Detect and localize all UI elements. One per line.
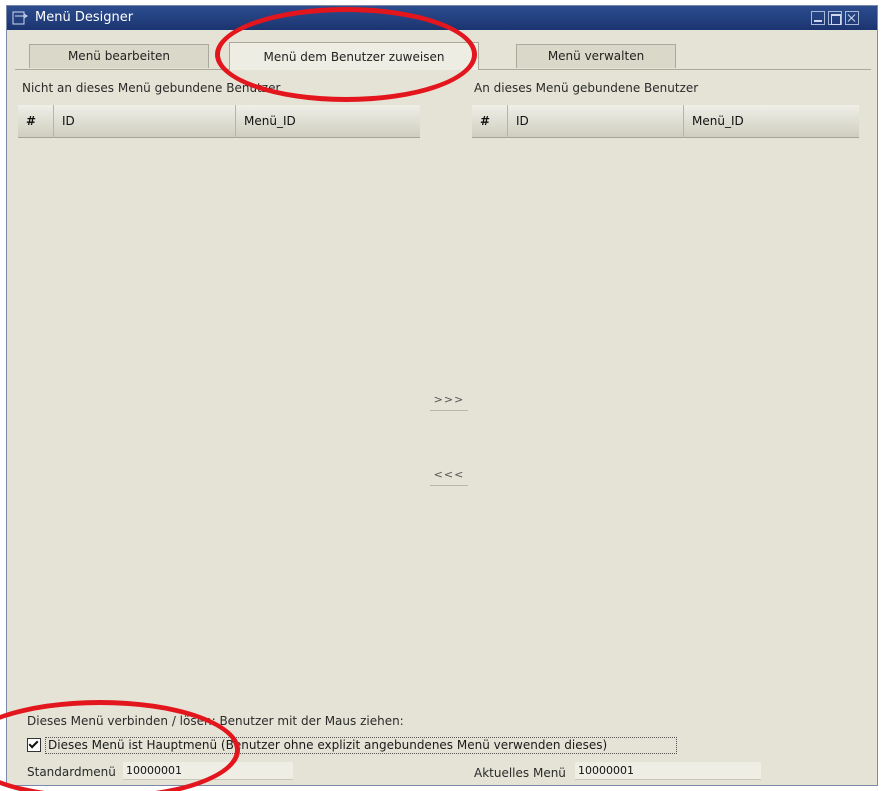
column-header-menu-id[interactable]: Menü_ID bbox=[236, 105, 420, 138]
window-title: Menü Designer bbox=[35, 10, 134, 25]
add-user-button[interactable]: >>> bbox=[430, 391, 468, 411]
close-icon[interactable] bbox=[845, 11, 859, 25]
right-panel-label: An dieses Menü gebundene Benutzer bbox=[474, 81, 699, 95]
form-icon bbox=[12, 11, 28, 25]
column-header-id[interactable]: ID bbox=[54, 105, 236, 138]
column-header-number[interactable]: # bbox=[18, 105, 54, 138]
menu-designer-window: Menü Designer Menü bearbeiten Menü verwa… bbox=[6, 5, 878, 786]
checkmark-icon bbox=[28, 738, 39, 749]
title-bar[interactable]: Menü Designer bbox=[7, 6, 877, 30]
minimize-icon[interactable] bbox=[811, 11, 825, 25]
column-header-menu-id[interactable]: Menü_ID bbox=[684, 105, 859, 138]
column-header-number[interactable]: # bbox=[472, 105, 508, 138]
tab-menu-bearbeiten[interactable]: Menü bearbeiten bbox=[29, 44, 209, 68]
column-header-id[interactable]: ID bbox=[508, 105, 684, 138]
main-menu-checkbox[interactable] bbox=[27, 738, 41, 752]
maximize-icon[interactable] bbox=[828, 11, 842, 25]
drag-hint: Dieses Menü verbinden / lösen: Benutzer … bbox=[27, 714, 404, 728]
main-menu-checkbox-label[interactable]: Dieses Menü ist Hauptmenü (Benutzer ohne… bbox=[45, 737, 677, 754]
standard-menu-field[interactable]: 10000001 bbox=[123, 762, 293, 780]
current-menu-label: Aktuelles Menü bbox=[474, 766, 566, 780]
remove-user-button[interactable]: <<< bbox=[430, 466, 468, 486]
left-panel-label: Nicht an dieses Menü gebundene Benutzer bbox=[22, 81, 281, 95]
tab-menu-benutzer-zuweisen[interactable]: Menü dem Benutzer zuweisen bbox=[229, 42, 479, 70]
current-menu-field[interactable]: 10000001 bbox=[575, 762, 761, 780]
tab-menu-verwalten[interactable]: Menü verwalten bbox=[516, 44, 676, 68]
left-grid-header: # ID Menü_ID bbox=[18, 105, 420, 138]
right-grid-header: # ID Menü_ID bbox=[472, 105, 859, 138]
standard-menu-label: Standardmenü bbox=[27, 765, 116, 779]
